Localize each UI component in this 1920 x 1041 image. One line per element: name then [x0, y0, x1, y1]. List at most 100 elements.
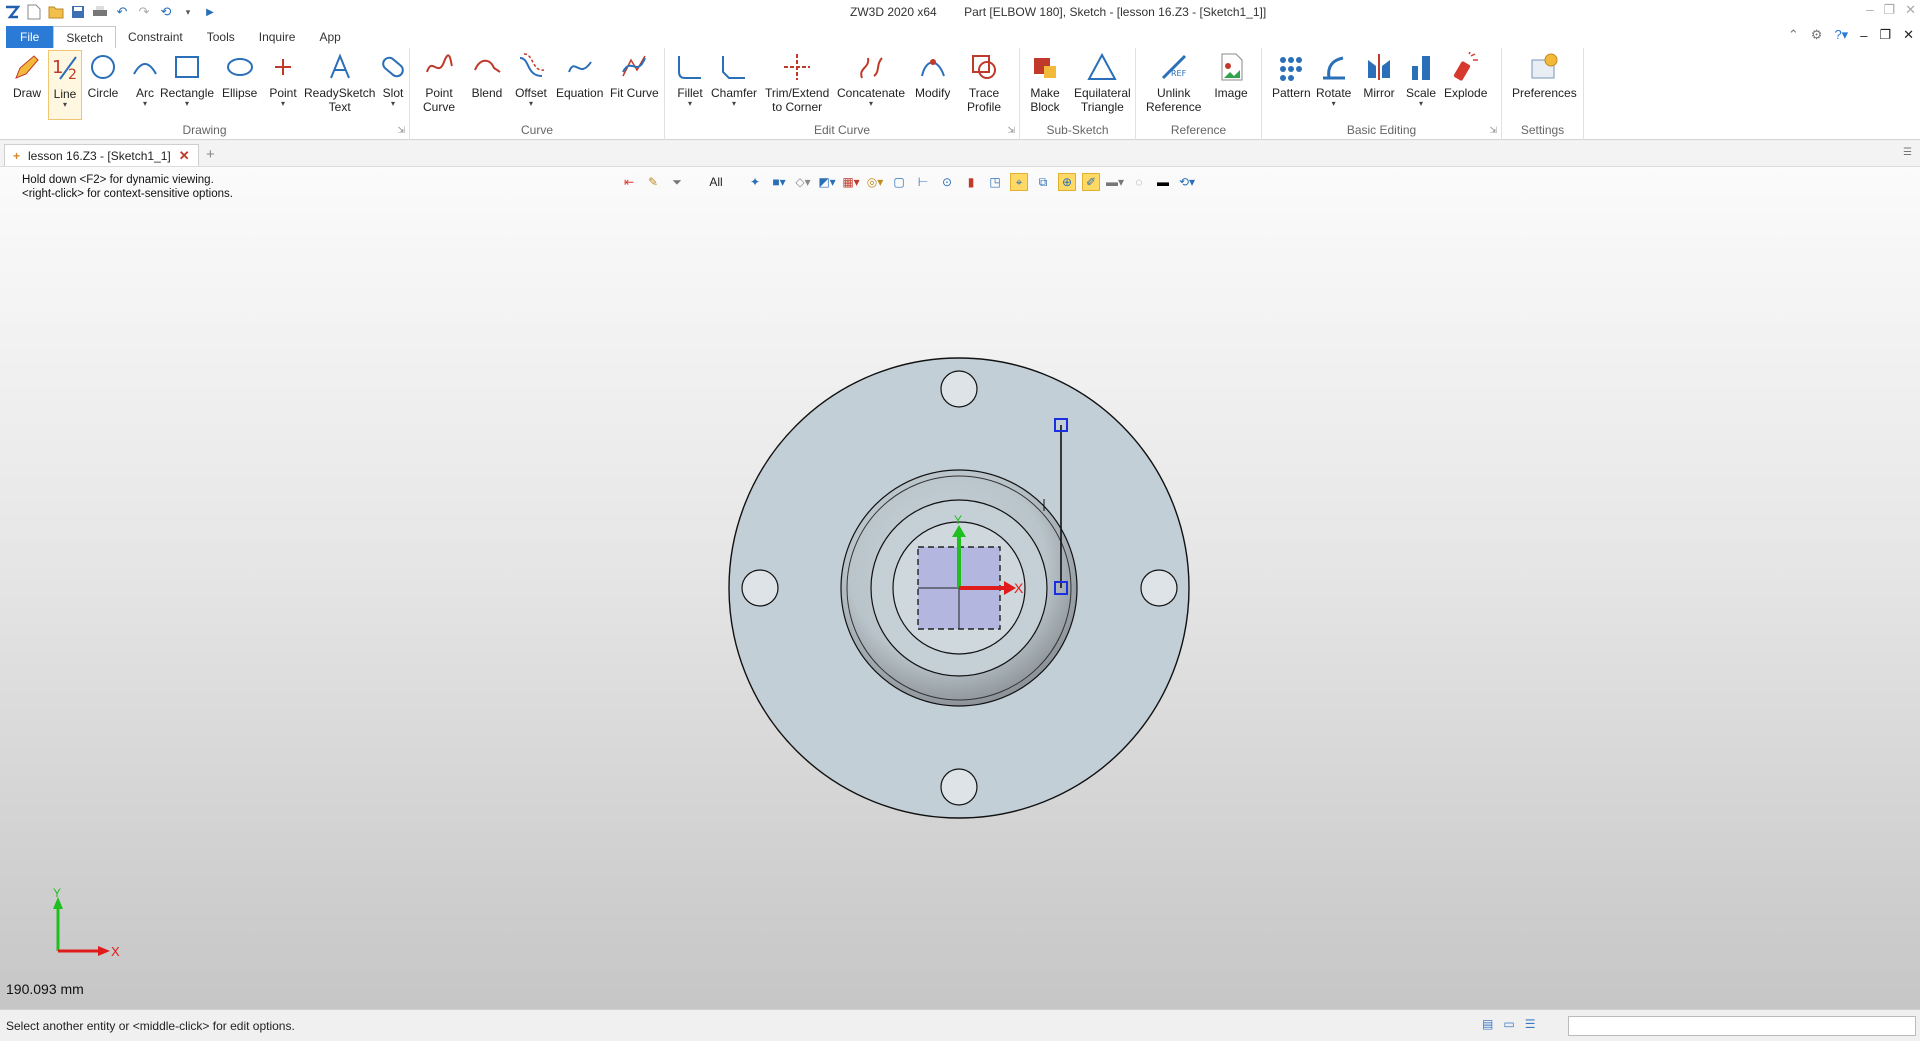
preferences-icon	[1527, 50, 1561, 84]
doc-close-icon[interactable]: ✕	[1903, 27, 1914, 43]
restore-icon[interactable]: ❐	[1883, 2, 1895, 18]
slot-button[interactable]: Slot ▾	[376, 50, 410, 108]
rotate-label: Rotate	[1316, 86, 1352, 100]
chevron-down-icon[interactable]: ▾	[63, 101, 67, 109]
open-file-icon[interactable]	[46, 2, 66, 22]
chevron-down-icon[interactable]: ▾	[869, 100, 873, 108]
rectangle-icon	[170, 50, 204, 84]
layout-icon[interactable]: ▤	[1482, 1017, 1493, 1031]
point-label: Point	[269, 86, 297, 100]
make-block-button[interactable]: Make Block	[1028, 50, 1062, 114]
graphics-viewport[interactable]: Hold down <F2> for dynamic viewing. <rig…	[0, 167, 1920, 1009]
trace-label-1: Trace	[968, 86, 1000, 100]
line-button[interactable]: 12 Line ▾	[48, 50, 82, 120]
trim-extend-button[interactable]: Trim/Extend to Corner	[765, 50, 829, 114]
settings-gear-icon[interactable]: ⚙	[1811, 27, 1823, 43]
trace-profile-button[interactable]: Trace Profile	[967, 50, 1001, 114]
rectangle-label: Rectangle	[160, 86, 215, 100]
draw-button[interactable]: Draw	[10, 50, 44, 100]
rotate-button[interactable]: Rotate ▾	[1316, 50, 1351, 108]
fillet-button[interactable]: Fillet ▾	[673, 50, 707, 108]
equation-button[interactable]: Equation	[556, 50, 603, 100]
offset-button[interactable]: Offset ▾	[514, 50, 548, 108]
equilateral-triangle-button[interactable]: Equilateral Triangle	[1074, 50, 1131, 114]
tab-app[interactable]: App	[307, 26, 352, 48]
chevron-down-icon[interactable]: ▾	[1332, 100, 1336, 108]
bolt-hole-bottom[interactable]	[940, 768, 978, 806]
select-mode-icon[interactable]: ⟲	[156, 2, 176, 22]
tab-list-menu-icon[interactable]: ☰	[1903, 147, 1912, 158]
tab-file[interactable]: File	[6, 26, 54, 48]
minimize-icon[interactable]: –	[1866, 2, 1873, 18]
customize-toolbar-icon[interactable]: ▾	[178, 2, 198, 22]
modify-button[interactable]: Modify	[915, 50, 950, 100]
redo-icon[interactable]: ↷	[134, 2, 154, 22]
add-tab-icon[interactable]: +	[206, 146, 215, 163]
mirror-button[interactable]: Mirror	[1362, 50, 1396, 100]
unlink-reference-button[interactable]: REF Unlink Reference	[1146, 50, 1201, 114]
point-button[interactable]: Point ▾	[266, 50, 300, 108]
chevron-down-icon[interactable]: ▾	[281, 100, 285, 108]
document-tab-label: lesson 16.Z3 - [Sketch1_1]	[28, 148, 171, 163]
chevron-down-icon[interactable]: ▾	[1419, 100, 1423, 108]
tab-inquire[interactable]: Inquire	[247, 26, 308, 48]
dialog-launcher-icon[interactable]: ⇲	[1007, 125, 1015, 136]
chevron-down-icon[interactable]: ▾	[391, 100, 395, 108]
point-curve-label-1: Point	[425, 86, 453, 100]
point-curve-button[interactable]: Point Curve	[422, 50, 456, 114]
ellipse-icon	[223, 50, 257, 84]
tab-constraint[interactable]: Constraint	[116, 26, 195, 48]
title-bar: ↶ ↷ ⟲ ▾ ▶ ZW3D 2020 x64 Part [ELBOW 180]…	[0, 0, 1920, 24]
preferences-button[interactable]: Preferences	[1512, 50, 1577, 100]
tab-sketch[interactable]: Sketch	[53, 26, 117, 48]
blend-button[interactable]: Blend	[470, 50, 504, 100]
chevron-down-icon[interactable]: ▾	[185, 100, 189, 108]
pattern-button[interactable]: Pattern	[1272, 50, 1311, 100]
print-icon[interactable]	[90, 2, 110, 22]
dialog-launcher-icon[interactable]: ⇲	[1489, 125, 1497, 136]
concatenate-button[interactable]: Concatenate ▾	[837, 50, 905, 108]
document-tab[interactable]: + lesson 16.Z3 - [Sketch1_1] ✕	[4, 144, 199, 166]
bolt-hole-top[interactable]	[940, 370, 978, 408]
scale-button[interactable]: Scale ▾	[1404, 50, 1438, 108]
app-logo-icon[interactable]	[2, 2, 22, 22]
new-file-icon[interactable]	[24, 2, 44, 22]
group-label-settings: Settings	[1520, 123, 1565, 137]
help-icon[interactable]: ?▾	[1834, 27, 1848, 43]
close-tab-icon[interactable]: ✕	[179, 148, 190, 164]
image-button[interactable]: Image	[1214, 50, 1248, 100]
run-icon[interactable]: ▶	[200, 2, 220, 22]
readysketch-text-button[interactable]: ReadySketch Text	[304, 50, 375, 114]
group-sub-sketch: Make Block Equilateral Triangle Sub-Sket…	[1020, 48, 1136, 140]
chevron-down-icon[interactable]: ▾	[688, 100, 692, 108]
unlink-label-1: Unlink	[1157, 86, 1191, 100]
collapse-ribbon-icon[interactable]: ⌃	[1788, 27, 1799, 43]
bolt-hole-right[interactable]	[1140, 569, 1178, 607]
undo-icon[interactable]: ↶	[112, 2, 132, 22]
command-input[interactable]	[1568, 1016, 1916, 1036]
close-icon[interactable]: ✕	[1905, 2, 1916, 18]
doc-minimize-icon[interactable]: –	[1860, 28, 1867, 43]
chevron-down-icon[interactable]: ▾	[732, 100, 736, 108]
draw-pencil-icon	[10, 50, 44, 84]
svg-text:REF: REF	[1171, 69, 1187, 78]
explode-button[interactable]: Explode	[1444, 50, 1487, 100]
dialog-launcher-icon[interactable]: ⇲	[397, 125, 405, 136]
chevron-down-icon[interactable]: ▾	[143, 100, 147, 108]
fillet-icon	[673, 50, 707, 84]
bolt-hole-left[interactable]	[741, 569, 779, 607]
list-view-icon[interactable]: ☰	[1525, 1017, 1536, 1031]
line-icon: 12	[48, 51, 82, 85]
rectangle-button[interactable]: Rectangle ▾	[160, 50, 214, 108]
trim-icon	[780, 50, 814, 84]
doc-restore-icon[interactable]: ❐	[1879, 27, 1891, 43]
fit-curve-button[interactable]: Fit Curve	[610, 50, 659, 100]
chevron-down-icon[interactable]: ▾	[529, 100, 533, 108]
save-icon[interactable]	[68, 2, 88, 22]
arc-button[interactable]: Arc ▾	[128, 50, 162, 108]
ellipse-button[interactable]: Ellipse	[222, 50, 257, 100]
monitor-icon[interactable]: ▭	[1503, 1017, 1514, 1031]
chamfer-button[interactable]: Chamfer ▾	[711, 50, 757, 108]
tab-tools[interactable]: Tools	[195, 26, 247, 48]
circle-button[interactable]: Circle	[86, 50, 120, 100]
